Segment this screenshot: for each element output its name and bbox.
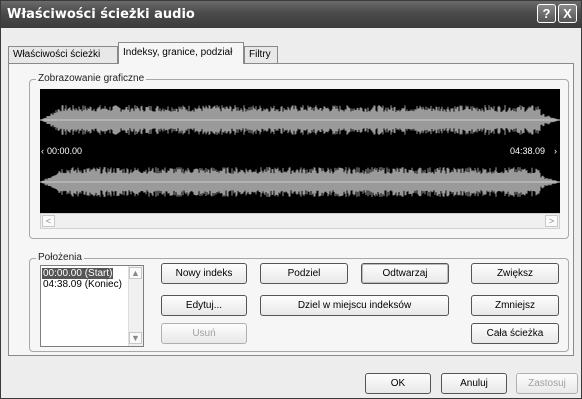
scroll-right-icon[interactable]: > [545, 215, 558, 227]
scroll-left-icon[interactable]: < [42, 215, 55, 227]
list-item[interactable]: 00:00.00 (Start) [42, 268, 114, 279]
time-end-label: 04:38.09 [510, 146, 545, 156]
window-title: Właściwości ścieżki audio [7, 7, 195, 22]
waveform-svg: ‹ 00:00.00 04:38.09 › [40, 105, 560, 197]
title-bar: Właściwości ścieżki audio ? X [1, 1, 581, 28]
zoom-out-button[interactable]: Zmniejsz [471, 295, 559, 316]
marker-start-arrow: ‹ [41, 146, 44, 156]
waveform-horizontal-scrollbar[interactable]: < > [40, 213, 560, 229]
split-button[interactable]: Podziel [260, 263, 348, 284]
cancel-button[interactable]: Anuluj [441, 373, 507, 394]
split-at-indexes-button[interactable]: Dziel w miejscu indeksów [260, 295, 449, 316]
tab-indexes-bounds-split[interactable]: Indeksy, granice, podział [118, 42, 244, 64]
positions-list[interactable]: 00:00.00 (Start) 04:38.09 (Koniec) ▲ ▼ [40, 265, 144, 347]
close-button[interactable]: X [558, 4, 577, 23]
new-index-button[interactable]: Nowy indeks [161, 263, 247, 284]
scroll-up-icon[interactable]: ▲ [129, 267, 142, 279]
close-icon: X [563, 6, 572, 21]
apply-button[interactable]: Zastosuj [516, 373, 578, 394]
remove-button[interactable]: Usuń [161, 323, 247, 344]
time-start-label: 00:00.00 [47, 146, 82, 156]
help-button[interactable]: ? [537, 4, 556, 23]
positions-group-label: Położenia [36, 252, 84, 263]
positions-list-scrollbar[interactable]: ▲ ▼ [128, 266, 143, 346]
edit-button[interactable]: Edytuj... [161, 295, 247, 316]
tab-track-properties[interactable]: Właściwości ścieżki [8, 46, 118, 63]
whole-track-button[interactable]: Cała ścieżka [471, 323, 559, 344]
ok-button[interactable]: OK [365, 373, 431, 394]
waveform-display[interactable]: ‹ 00:00.00 04:38.09 › [40, 89, 560, 213]
tab-filters[interactable]: Filtry [244, 46, 278, 63]
zoom-in-button[interactable]: Zwiększ [471, 263, 559, 284]
scroll-down-icon[interactable]: ▼ [129, 332, 142, 344]
graphic-group-label: Zobrazowanie graficzne [36, 73, 147, 84]
marker-end-arrow: › [554, 146, 557, 156]
play-button[interactable]: Odtwarzaj [361, 263, 449, 284]
help-icon: ? [542, 6, 551, 21]
audio-track-properties-dialog: Właściwości ścieżki audio ? X Właściwośc… [0, 0, 582, 399]
list-item[interactable]: 04:38.09 (Koniec) [42, 279, 123, 290]
